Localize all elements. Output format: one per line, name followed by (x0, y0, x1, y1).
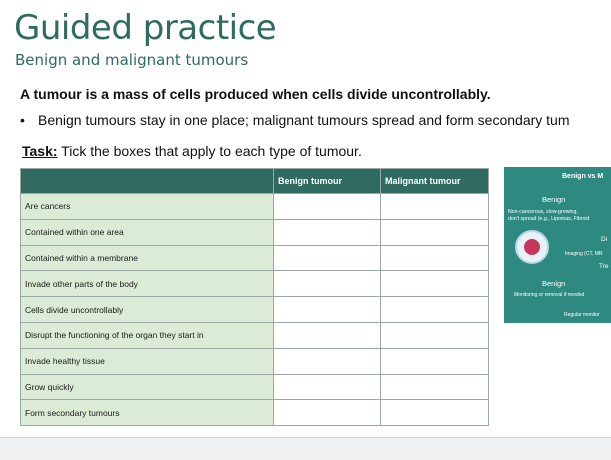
malignant-tick-box[interactable] (380, 218, 489, 246)
bullet-dot: • (20, 112, 25, 128)
infographic-description: Non-cancerous, slow-growing, don't sprea… (508, 209, 589, 223)
row-label: Grow quickly (20, 373, 274, 401)
page-subtitle: Benign and malignant tumours (15, 51, 249, 69)
infographic-regular-fragment: Regular monitor (564, 312, 600, 318)
page-title: Guided practice (14, 8, 277, 48)
benign-tick-box[interactable] (273, 193, 381, 220)
row-label: Cells divide uncontrollably (20, 296, 274, 323)
benign-tick-box[interactable] (273, 399, 381, 427)
row-label: Are cancers (20, 193, 274, 220)
task-text: Tick the boxes that apply to each type o… (57, 143, 362, 159)
infographic-heading: Benign vs M (562, 173, 604, 180)
malignant-tick-box[interactable] (380, 321, 489, 349)
row-label: Disrupt the functioning of the organ the… (20, 321, 274, 349)
infographic-diagnosis-fragment: Di (601, 236, 608, 243)
bullet-point: • Benign tumours stay in one place; malig… (20, 112, 611, 128)
malignant-tick-box[interactable] (380, 193, 489, 220)
table-row: Invade other parts of the body (20, 270, 489, 298)
table-row: Form secondary tumours (20, 399, 489, 427)
malignant-tick-box[interactable] (380, 347, 489, 375)
benign-tick-box[interactable] (273, 244, 381, 272)
bullet-text: Benign tumours stay in one place; malign… (38, 112, 570, 128)
tumour-cell-icon (524, 239, 540, 255)
tumour-table: Benign tumour Malignant tumour Are cance… (20, 168, 489, 427)
malignant-tick-box[interactable] (380, 270, 489, 298)
cell-illustration-icon (515, 230, 549, 264)
malignant-tick-box[interactable] (380, 296, 489, 323)
infographic-imaging-fragment: Imaging (CT, MR (565, 251, 603, 257)
header-cell-benign: Benign tumour (273, 168, 381, 194)
row-label: Invade other parts of the body (20, 270, 274, 298)
description-line: Non-cancerous, slow-growing, (508, 209, 578, 215)
malignant-tick-box[interactable] (380, 373, 489, 401)
benign-tick-box[interactable] (273, 270, 381, 298)
benign-tick-box[interactable] (273, 218, 381, 246)
table-row: Invade healthy tissue (20, 347, 489, 375)
infographic-benign-label-2: Benign (542, 279, 566, 288)
row-label: Form secondary tumours (20, 399, 274, 427)
row-label: Contained within a membrane (20, 244, 274, 272)
table-row: Are cancers (20, 193, 489, 220)
infographic-treatment-fragment: Tre (599, 263, 609, 270)
table-row: Cells divide uncontrollably (20, 296, 489, 323)
task-instruction: Task: Tick the boxes that apply to each … (22, 143, 362, 159)
header-cell-malignant: Malignant tumour (380, 168, 489, 194)
benign-tick-box[interactable] (273, 321, 381, 349)
benign-tick-box[interactable] (273, 347, 381, 375)
table-row: Grow quickly (20, 373, 489, 401)
table-header-row: Benign tumour Malignant tumour (20, 168, 489, 194)
task-label: Task: (22, 143, 58, 159)
table-row: Contained within one area (20, 218, 489, 246)
malignant-tick-box[interactable] (380, 244, 489, 272)
benign-tick-box[interactable] (273, 296, 381, 323)
row-label: Invade healthy tissue (20, 347, 274, 375)
key-statement: A tumour is a mass of cells produced whe… (20, 86, 491, 102)
description-line: don't spread (e.g., Lipomas, Fibroid (508, 216, 590, 222)
infographic-benign-label: Benign (542, 195, 566, 204)
row-label: Contained within one area (20, 218, 274, 246)
infographic-monitoring-text: Monitoring or removal if needed (514, 292, 585, 298)
table-row: Contained within a membrane (20, 244, 489, 272)
header-cell-blank (20, 168, 274, 194)
malignant-tick-box[interactable] (380, 399, 489, 427)
table-row: Disrupt the functioning of the organ the… (20, 321, 489, 349)
benign-vs-malignant-infographic: Benign vs M Benign Non-cancerous, slow-g… (504, 167, 611, 323)
benign-tick-box[interactable] (273, 373, 381, 401)
bottom-toolbar (0, 437, 611, 460)
